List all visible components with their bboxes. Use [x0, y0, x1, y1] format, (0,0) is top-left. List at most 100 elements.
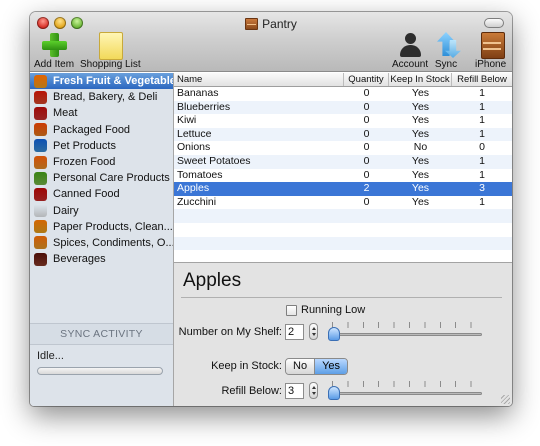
- cell-quantity: 0: [363, 114, 370, 127]
- column-header-quantity[interactable]: Quantity: [344, 73, 389, 86]
- cocktail-glass-icon: [34, 252, 47, 266]
- sidebar-item-category[interactable]: Fresh Fruit & Vegetables: [30, 73, 173, 90]
- cell-name: Onions: [177, 141, 211, 154]
- cell-refill-below: 1: [479, 87, 485, 99]
- running-low-checkbox[interactable]: [286, 304, 297, 316]
- pantry-window: Pantry Add Item Shopping List Account Sy…: [30, 12, 512, 406]
- frozen-food-icon: [34, 155, 47, 169]
- milk-glass-icon: [34, 204, 47, 218]
- cell-refill-below: 1: [479, 168, 485, 181]
- keep-in-stock-yes[interactable]: Yes: [314, 359, 348, 374]
- can-icon: [34, 187, 47, 201]
- toolbar: Pantry Add Item Shopping List Account Sy…: [30, 12, 512, 72]
- empty-table-row: [174, 223, 512, 237]
- shelf-count-label: Number on My Shelf:: [178, 326, 282, 338]
- running-low-option[interactable]: Running Low: [286, 304, 365, 316]
- cell-keep-in-stock: Yes: [411, 195, 430, 208]
- table-row[interactable]: Lettuce 0 Yes 1: [174, 127, 512, 142]
- cell-name: Blueberries: [177, 100, 231, 113]
- sidebar-item-category[interactable]: Pet Products: [30, 138, 173, 154]
- account-button[interactable]: Account: [392, 30, 428, 70]
- sync-activity-heading: SYNC ACTIVITY: [30, 323, 173, 345]
- table-row[interactable]: Sweet Potatoes 0 Yes 1: [174, 154, 512, 169]
- cell-name: Zucchini: [177, 195, 217, 208]
- cell-name: Tomatoes: [177, 168, 223, 181]
- sidebar-item-category[interactable]: Frozen Food: [30, 154, 173, 170]
- table-row[interactable]: Bananas 0 Yes 1: [174, 87, 512, 101]
- keep-in-stock-no[interactable]: No: [286, 359, 315, 374]
- cell-refill-below: 1: [479, 154, 485, 167]
- spice-bottle-icon: [34, 236, 47, 250]
- sidebar-item-label: Meat: [53, 107, 78, 120]
- iphone-button[interactable]: iPhone: [475, 30, 506, 70]
- column-header-name[interactable]: Name: [174, 73, 344, 86]
- resize-grip[interactable]: [501, 395, 510, 404]
- table-row[interactable]: Kiwi 0 Yes 1: [174, 114, 512, 128]
- account-label: Account: [392, 59, 429, 70]
- cell-keep-in-stock: Yes: [411, 127, 430, 140]
- shelf-count-field[interactable]: 2: [285, 324, 304, 340]
- table-row[interactable]: Tomatoes 0 Yes 1: [174, 169, 512, 183]
- cell-name: Sweet Potatoes: [177, 154, 251, 167]
- table-row[interactable]: Zucchini 0 Yes 1: [174, 196, 512, 210]
- sidebar-item-label: Personal Care Products: [53, 172, 170, 185]
- sidebar-item-label: Pet Products: [53, 139, 116, 152]
- shelf-count-slider[interactable]: [328, 322, 482, 341]
- column-header-keep-in-stock[interactable]: Keep In Stock: [389, 73, 452, 86]
- cell-quantity: 0: [363, 87, 370, 99]
- cell-refill-below: 1: [479, 114, 485, 127]
- cell-refill-below: 1: [479, 127, 485, 140]
- cell-name: Apples: [177, 182, 210, 195]
- cell-name: Bananas: [177, 87, 219, 99]
- sidebar-item-label: Spices, Condiments, O...: [53, 236, 173, 249]
- refill-below-field[interactable]: 3: [285, 383, 304, 399]
- slider-ticks: [332, 381, 478, 387]
- sync-progress-bar: [37, 367, 163, 375]
- slider-knob[interactable]: [328, 386, 340, 400]
- add-item-button[interactable]: Add Item: [34, 30, 74, 70]
- slider-track: [328, 392, 482, 395]
- table-row[interactable]: Onions 0 No 0: [174, 141, 512, 155]
- table-row[interactable]: Blueberries 0 Yes 1: [174, 100, 512, 115]
- meat-icon: [34, 106, 47, 120]
- cell-quantity: 0: [363, 195, 370, 208]
- add-item-label: Add Item: [34, 59, 75, 70]
- sidebar-item-category[interactable]: Meat: [30, 105, 173, 121]
- refill-below-slider[interactable]: [328, 381, 482, 400]
- sidebar-item-category[interactable]: Canned Food: [30, 186, 173, 202]
- sidebar-item-category[interactable]: Packaged Food: [30, 122, 173, 138]
- sidebar-item-category[interactable]: Personal Care Products: [30, 170, 173, 186]
- sidebar-item-category[interactable]: Beverages: [30, 251, 173, 267]
- shopping-list-button[interactable]: Shopping List: [80, 30, 141, 70]
- refill-below-label: Refill Below:: [221, 385, 282, 397]
- cell-refill-below: 0: [479, 141, 485, 154]
- table-body: Bananas 0 Yes 1 Blueberries 0 Yes 1 Kiwi 0 Yes 1 Let…: [174, 87, 512, 264]
- keep-in-stock-control[interactable]: No Yes: [285, 358, 349, 375]
- cell-quantity: 0: [363, 168, 370, 181]
- cell-keep-in-stock: Yes: [411, 154, 430, 167]
- cell-keep-in-stock: Yes: [411, 87, 430, 99]
- cell-keep-in-stock: Yes: [411, 168, 430, 181]
- sidebar-item-category[interactable]: Spices, Condiments, O...: [30, 235, 173, 251]
- cell-name: Kiwi: [177, 114, 197, 127]
- items-table: Name Quantity Keep In Stock Refill Below…: [174, 73, 512, 262]
- table-row[interactable]: Apples 2 Yes 3: [174, 182, 512, 196]
- slider-knob[interactable]: [328, 327, 340, 341]
- sync-label: Sync: [434, 59, 458, 70]
- sync-button[interactable]: Sync: [431, 30, 461, 70]
- sidebar-item-category[interactable]: Bread, Bakery, & Deli: [30, 89, 173, 105]
- cell-keep-in-stock: No: [413, 141, 428, 154]
- window-title: Pantry: [30, 17, 512, 31]
- refill-below-stepper[interactable]: [309, 382, 318, 399]
- sidebar-item-category[interactable]: Dairy: [30, 203, 173, 219]
- column-header-refill-below[interactable]: Refill Below: [452, 73, 512, 86]
- pantry-app-icon: [245, 18, 259, 30]
- notepad-icon: [95, 30, 125, 60]
- sidebar-item-label: Beverages: [53, 253, 106, 266]
- sidebar-item-category[interactable]: Paper Products, Clean...: [30, 219, 173, 235]
- cell-quantity: 0: [363, 141, 370, 154]
- sync-activity-panel: SYNC ACTIVITY Idle...: [30, 323, 173, 406]
- shelf-count-stepper[interactable]: [309, 323, 318, 340]
- detail-divider: [181, 297, 502, 298]
- cell-refill-below: 1: [479, 100, 485, 113]
